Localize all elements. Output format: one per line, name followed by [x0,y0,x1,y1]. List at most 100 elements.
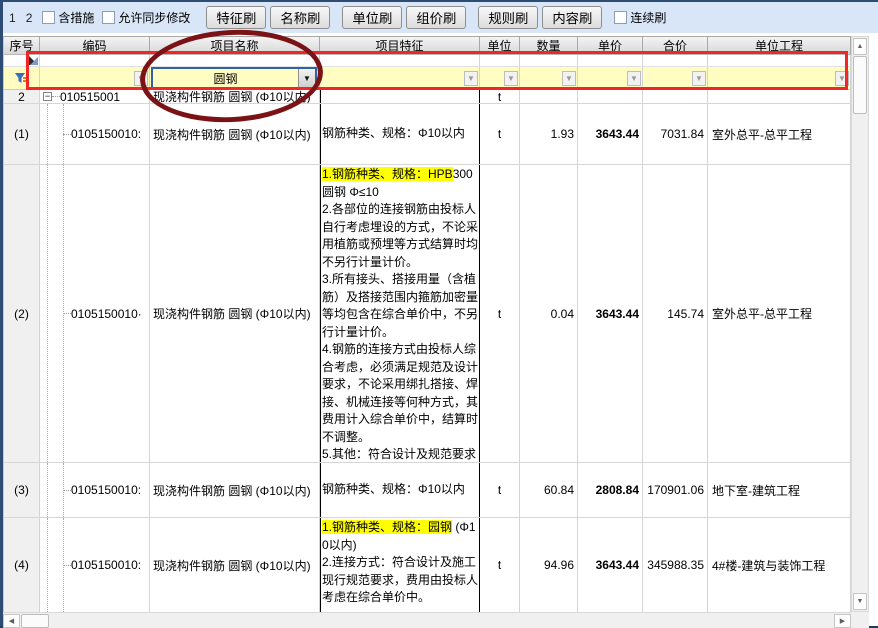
scroll-down-icon[interactable]: ▼ [853,593,867,610]
table-row[interactable]: (1)0105150010:现浇构件钢筋 圆钢 (Φ10以内)钢筋种类、规格：Φ… [4,104,851,165]
content-brush-button[interactable]: 内容刷 [542,6,602,29]
checkbox-include-measures[interactable]: 含措施 [42,9,94,26]
filter-dropdown-icon[interactable]: ▼ [134,71,148,86]
cell-project[interactable]: 地下室-建筑工程 [708,463,851,517]
filter-dropdown-icon[interactable]: ▼ [504,71,518,86]
filter-dropdown-icon[interactable]: ▼ [562,71,576,86]
cell-name[interactable]: 现浇构件钢筋 圆钢 (Φ10以内) [150,463,320,517]
cell-unit[interactable]: t [480,165,520,462]
filter-cell-unit[interactable]: ▼ [480,67,520,89]
cell-price[interactable]: 3643.44 [578,165,643,462]
filter-cell-price[interactable]: ▼ [578,67,643,89]
cell-total[interactable]: 170901.06 [643,463,708,517]
cell-seq[interactable]: (3) [4,463,40,517]
col-header-project[interactable]: 单位工程 [708,37,851,55]
cell-code[interactable]: 0105150010: [40,518,150,612]
checkbox-icon[interactable] [42,11,55,24]
collapse-icon[interactable]: − [43,92,52,101]
rule-brush-button[interactable]: 规则刷 [478,6,538,29]
cell-name[interactable]: 现浇构件钢筋 圆钢 (Φ10以内) [150,90,320,103]
scroll-right-icon[interactable]: ▶ [834,614,851,628]
cell-project[interactable] [708,90,851,103]
cell-project[interactable]: 4#楼-建筑与装饰工程 [708,518,851,612]
filter-dropdown-icon[interactable]: ▼ [464,71,478,86]
cell-code[interactable]: 0105150010: [40,104,150,164]
cell-price[interactable]: 3643.44 [578,104,643,164]
cell-unit[interactable]: t [480,90,520,103]
cell-unit[interactable]: t [480,518,520,612]
filter-dropdown-icon[interactable]: ▼ [835,71,849,86]
cell-seq[interactable]: (1) [4,104,40,164]
cell-total[interactable]: 145.74 [643,165,708,462]
cell-total[interactable] [643,90,708,103]
table-row[interactable]: 2−010515001现浇构件钢筋 圆钢 (Φ10以内) t [4,90,851,104]
horizontal-scroll-thumb[interactable] [21,614,49,628]
table-row[interactable]: (4)0105150010:现浇构件钢筋 圆钢 (Φ10以内)1.钢筋种类、规格… [4,518,851,613]
vertical-scrollbar[interactable]: ▲ ▼ [851,36,869,612]
cell-unit[interactable]: t [480,463,520,517]
cell-feature[interactable] [320,90,480,103]
cell-qty[interactable]: 0.04 [520,165,578,462]
cell-feature[interactable]: 1.钢筋种类、规格：园钢 (Φ10以内) 2.连接方式：符合设计及施工现行规范要… [320,518,480,612]
checkbox-icon[interactable] [614,11,627,24]
col-header-name[interactable]: 项目名称 [150,37,320,55]
table-row[interactable]: (2)0105150010·现浇构件钢筋 圆钢 (Φ10以内)1.钢筋种类、规格… [4,165,851,463]
checkbox-continuous-brush[interactable]: 连续刷 [614,9,666,26]
col-header-unit[interactable]: 单位 [480,37,520,55]
cell-price[interactable]: 2808.84 [578,463,643,517]
name-brush-button[interactable]: 名称刷 [270,6,330,29]
checkbox-allow-sync-edit[interactable]: 允许同步修改 [102,9,190,26]
cell-name[interactable]: 现浇构件钢筋 圆钢 (Φ10以内) [150,518,320,612]
col-header-code[interactable]: 编码 [40,37,150,55]
name-filter-combo[interactable]: 圆钢 ▼ [151,67,317,89]
price-brush-button[interactable]: 组价刷 [406,6,466,29]
cell-seq[interactable]: 2 [4,90,40,103]
cell-seq[interactable]: (2) [4,165,40,462]
name-filter-value[interactable]: 圆钢 [153,69,298,87]
filter-dropdown-icon[interactable]: ▼ [692,71,706,86]
cell-project[interactable]: 室外总平-总平工程 [708,165,851,462]
col-header-feature[interactable]: 项目特征 [320,37,480,55]
horizontal-scrollbar[interactable]: ◀ ▶ [3,612,851,628]
checkbox-icon[interactable] [102,11,115,24]
toolbar-num-1[interactable]: 1 [9,11,16,25]
cell-name[interactable]: 现浇构件钢筋 圆钢 (Φ10以内) [150,165,320,462]
cell-qty[interactable]: 60.84 [520,463,578,517]
cell-qty[interactable]: 1.93 [520,104,578,164]
scroll-left-icon[interactable]: ◀ [3,614,20,628]
filter-cell-code[interactable]: ▼ [40,67,150,89]
cell-feature[interactable]: 钢筋种类、规格：Φ10以内 [320,463,480,517]
cell-price[interactable] [578,90,643,103]
combo-dropdown-icon[interactable]: ▼ [298,69,315,87]
cell-total[interactable]: 7031.84 [643,104,708,164]
cell-seq[interactable]: (4) [4,518,40,612]
row-indicator-cell[interactable] [4,55,40,66]
col-header-qty[interactable]: 数量 [520,37,578,55]
toolbar-num-2[interactable]: 2 [26,11,33,25]
filter-cell-seq[interactable] [4,67,40,89]
filter-cell-total[interactable]: ▼ [643,67,708,89]
cell-code[interactable]: 0105150010· [40,165,150,462]
filter-cell-feature[interactable]: ▼ [320,67,480,89]
filter-dropdown-icon[interactable]: ▼ [627,71,641,86]
vertical-scroll-thumb[interactable] [853,56,867,114]
cell-feature[interactable]: 钢筋种类、规格：Φ10以内 [320,104,480,164]
table-row[interactable]: (3)0105150010:现浇构件钢筋 圆钢 (Φ10以内)钢筋种类、规格：Φ… [4,463,851,518]
cell-code[interactable]: −010515001 [40,90,150,103]
cell-price[interactable]: 3643.44 [578,518,643,612]
filter-cell-qty[interactable]: ▼ [520,67,578,89]
scroll-up-icon[interactable]: ▲ [853,38,867,55]
cell-qty[interactable] [520,90,578,103]
filter-cell-project[interactable]: ▼ [708,67,851,89]
col-header-total[interactable]: 合价 [643,37,708,55]
unit-brush-button[interactable]: 单位刷 [342,6,402,29]
cell-unit[interactable]: t [480,104,520,164]
cell-code[interactable]: 0105150010: [40,463,150,517]
filter-cell-name[interactable]: 圆钢 ▼ [150,67,320,89]
cell-total[interactable]: 345988.35 [643,518,708,612]
col-header-seq[interactable]: 序号 [4,37,40,55]
col-header-price[interactable]: 单价 [578,37,643,55]
cell-name[interactable]: 现浇构件钢筋 圆钢 (Φ10以内) [150,104,320,164]
cell-project[interactable]: 室外总平-总平工程 [708,104,851,164]
cell-feature[interactable]: 1.钢筋种类、规格：HPB300 圆钢 Φ≤10 2.各部位的连接钢筋由投标人自… [320,165,480,462]
